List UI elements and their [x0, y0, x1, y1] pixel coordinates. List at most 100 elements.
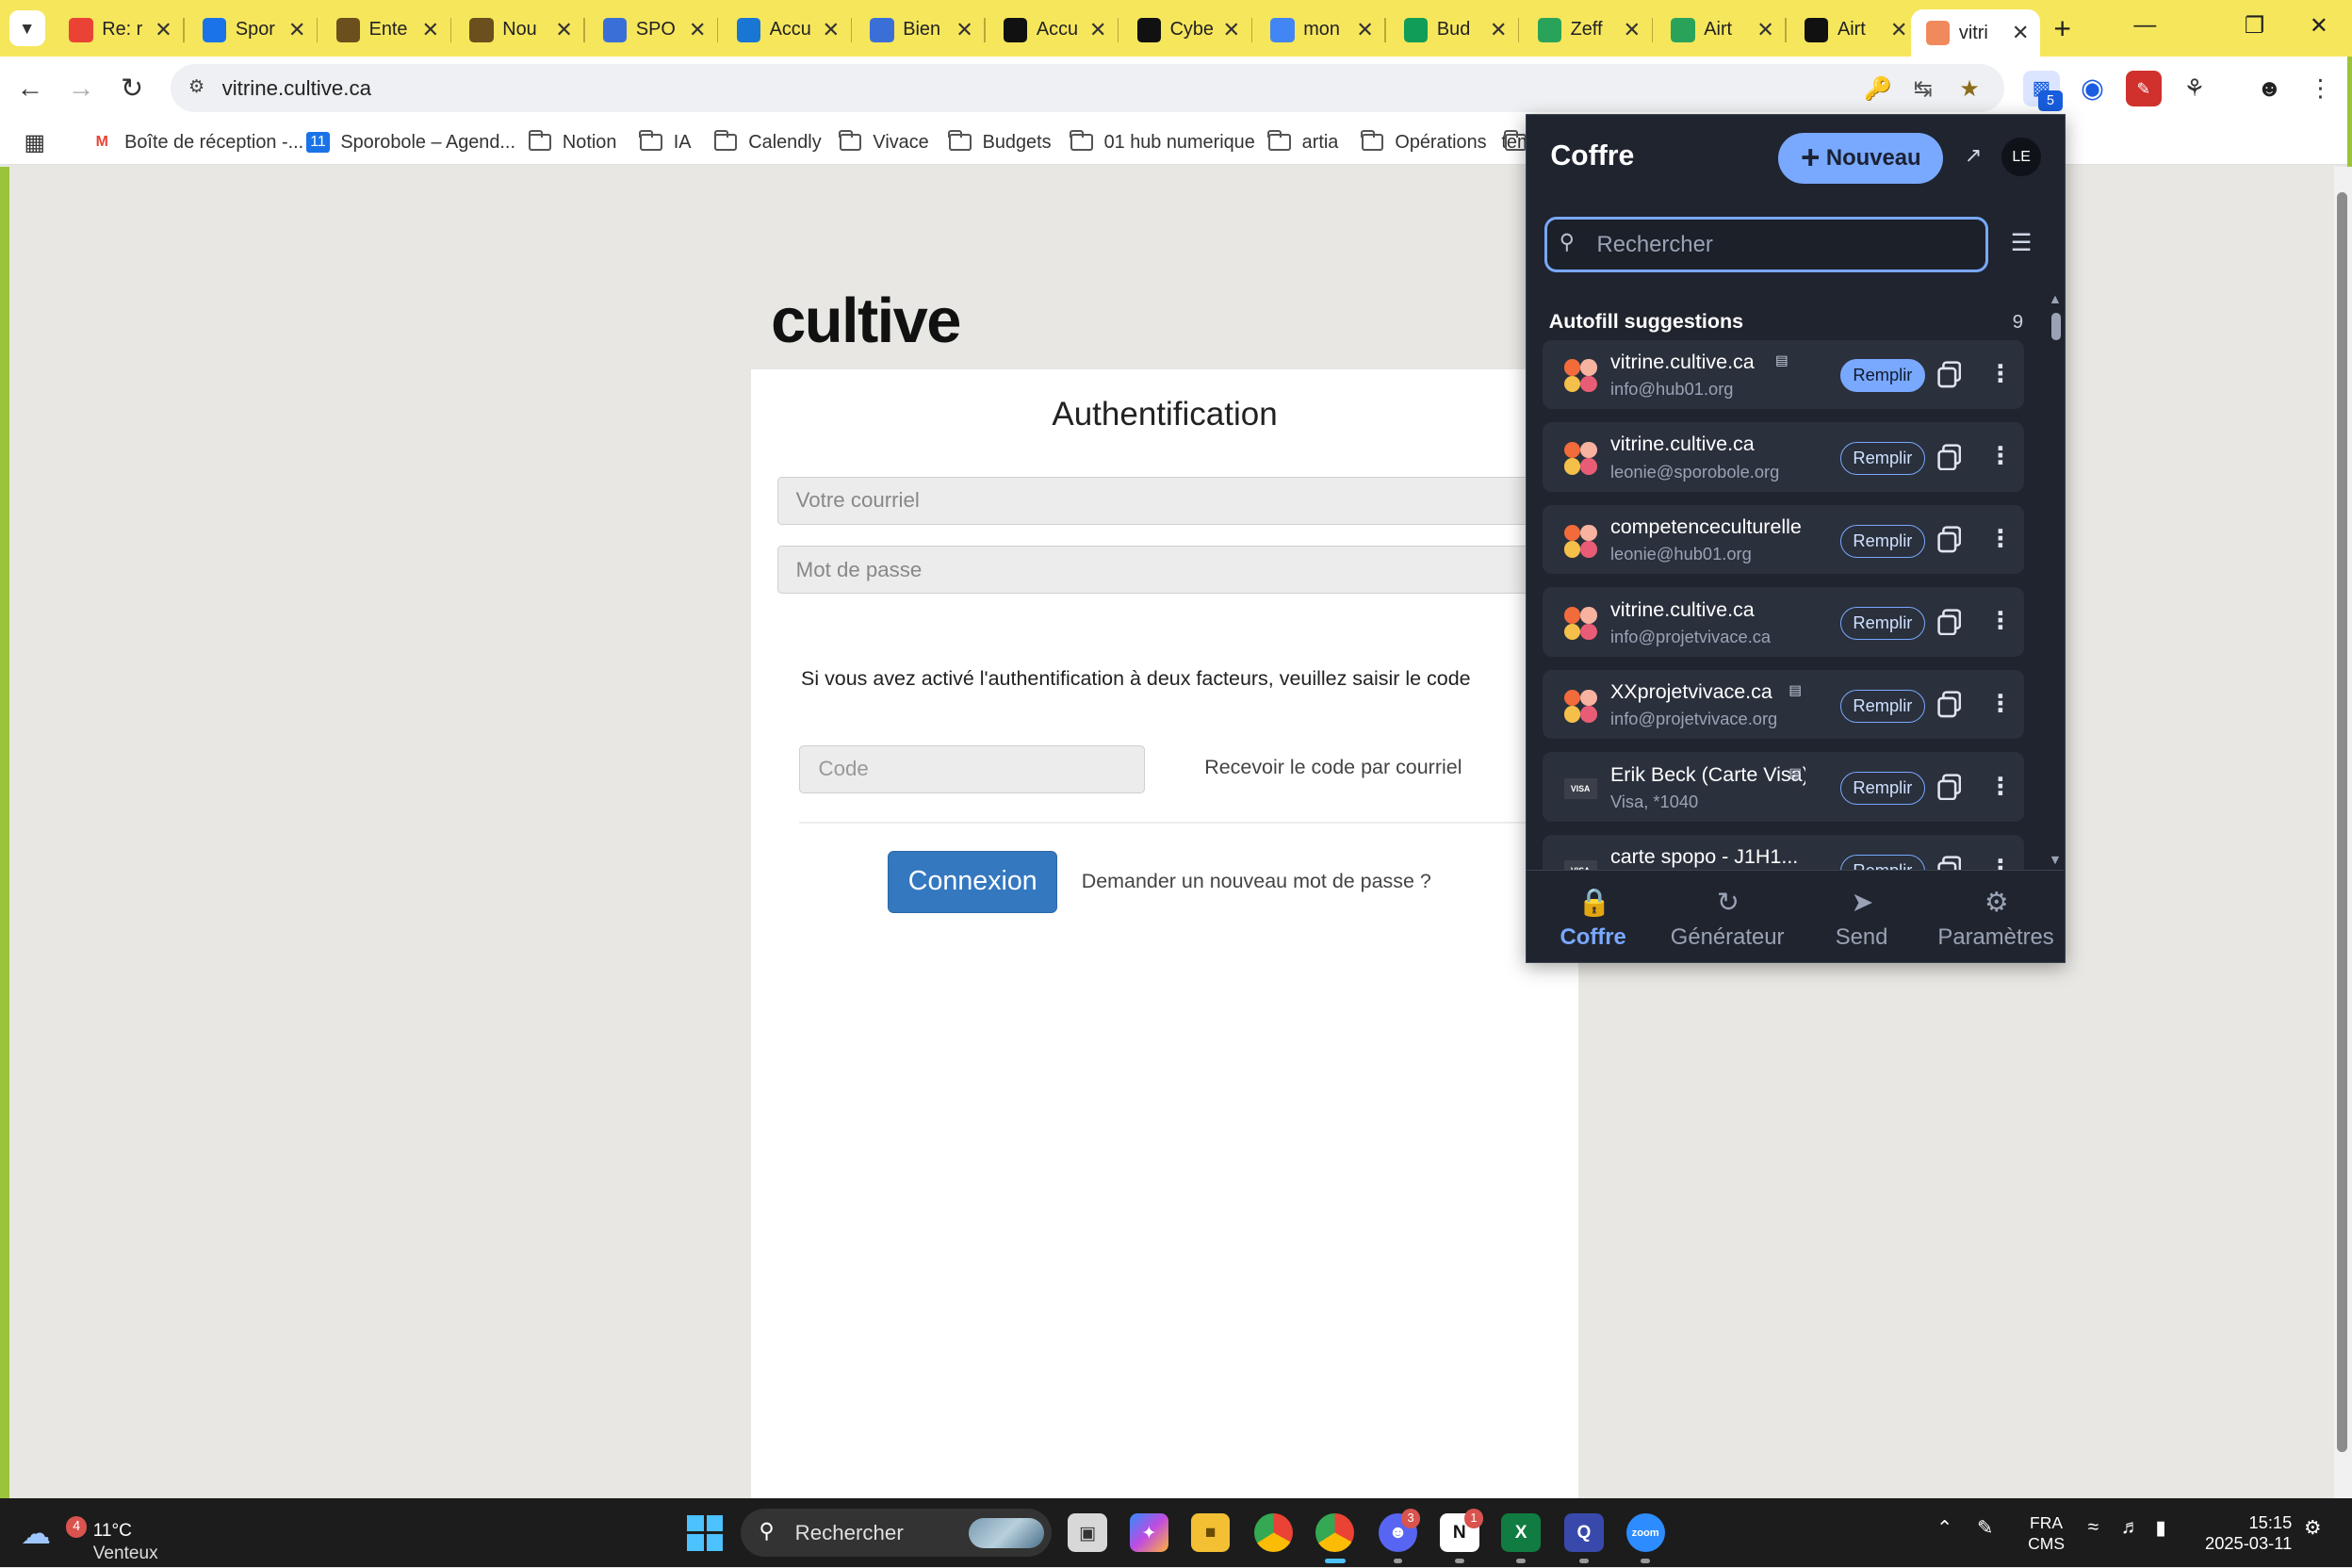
tab-3[interactable]: Nou ✕: [454, 9, 585, 52]
tab-1[interactable]: Spor ✕: [188, 9, 318, 52]
tab-13[interactable]: Airt ✕: [1789, 9, 1920, 52]
copy-icon[interactable]: [1937, 361, 1962, 388]
tab-0[interactable]: Re: r ✕: [54, 9, 185, 52]
vault-item[interactable]: vitrine.cultive.ca info@hub01.org ▤ Remplir…: [1543, 339, 2025, 409]
account-avatar[interactable]: LE: [2001, 137, 2041, 177]
new-tab-button[interactable]: +: [2046, 11, 2079, 45]
bookmark-folder-0[interactable]: Notion: [528, 129, 616, 156]
back-icon[interactable]: ←: [12, 71, 48, 106]
close-tab-icon[interactable]: ✕: [1354, 18, 1375, 42]
filter-icon[interactable]: ☰: [2006, 229, 2036, 259]
more-options-icon[interactable]: ⋮: [1988, 688, 2012, 721]
vault-search-input[interactable]: ⚲ Rechercher: [1544, 217, 1989, 273]
translate-icon[interactable]: ↹: [1908, 75, 1938, 106]
nav-gear[interactable]: ⚙ Paramètres: [1929, 871, 2063, 964]
close-tab-icon[interactable]: ✕: [1755, 18, 1775, 42]
folder-icon[interactable]: [1504, 129, 1527, 156]
close-tab-icon[interactable]: ✕: [553, 18, 574, 42]
more-options-icon[interactable]: ⋮: [1988, 771, 2012, 804]
volume-icon[interactable]: ♬: [2121, 1516, 2141, 1539]
tab-7[interactable]: Accu ✕: [988, 9, 1119, 52]
close-tab-icon[interactable]: ✕: [153, 18, 173, 42]
tab-4[interactable]: SPO ✕: [588, 9, 719, 52]
profile-avatar[interactable]: ☻: [2251, 71, 2287, 106]
excel-icon[interactable]: X: [1501, 1513, 1541, 1553]
tab-11[interactable]: Zeff ✕: [1523, 9, 1654, 52]
email-field[interactable]: Votre courriel: [776, 477, 1578, 526]
nav-send[interactable]: ➤ Send: [1795, 871, 1929, 964]
copy-icon[interactable]: [1937, 774, 1962, 801]
more-options-icon[interactable]: ⋮: [1988, 523, 2012, 556]
bookmark-folder-7[interactable]: Opérations: [1361, 129, 1487, 156]
bookmark-folder-3[interactable]: Vivace: [839, 129, 929, 156]
receive-code-link[interactable]: Recevoir le code par courriel: [1204, 756, 1462, 779]
close-tab-icon[interactable]: ✕: [687, 18, 708, 42]
copy-icon[interactable]: [1937, 856, 1962, 870]
chrome-icon[interactable]: [1253, 1513, 1294, 1553]
start-button[interactable]: [687, 1514, 724, 1551]
close-tab-icon[interactable]: ✕: [1221, 18, 1242, 42]
bookmark-folder-5[interactable]: 01 hub numerique: [1070, 129, 1255, 156]
tab-14[interactable]: vitri ✕: [1910, 8, 2040, 57]
vault-item[interactable]: VISA Erik Beck (Carte Visa) Visa, *1040 ▤ Re…: [1543, 752, 2025, 822]
close-tab-icon[interactable]: ✕: [1488, 18, 1509, 42]
tab-2[interactable]: Ente ✕: [321, 9, 452, 52]
puzzle-icon[interactable]: ⚘: [2177, 71, 2213, 106]
more-options-icon[interactable]: ⋮: [1988, 853, 2012, 870]
tab-10[interactable]: Bud ✕: [1389, 9, 1520, 52]
bookmark-folder-1[interactable]: IA: [639, 129, 691, 156]
nav-lock[interactable]: 🔒 Coffre: [1527, 871, 1660, 964]
menu-icon[interactable]: ⋮: [2302, 71, 2338, 106]
weather-widget[interactable]: ☁ 4 11°C Venteux: [21, 1509, 171, 1563]
autofill-button[interactable]: Remplir: [1839, 689, 1926, 723]
vault-item[interactable]: vitrine.cultive.ca leonie@sporobole.org Re…: [1543, 422, 2025, 492]
copy-icon[interactable]: [1937, 443, 1962, 471]
key-icon[interactable]: 🔑: [1863, 75, 1893, 106]
battery-icon[interactable]: ▮: [2155, 1516, 2165, 1540]
autofill-button[interactable]: Remplir: [1839, 607, 1926, 641]
site-info-icon[interactable]: ⚙: [183, 75, 210, 103]
bookmark-gmail[interactable]: M Boîte de réception -...: [90, 129, 304, 156]
bookmark-folder-2[interactable]: Calendly: [713, 129, 822, 156]
close-tab-icon[interactable]: ✕: [821, 18, 841, 42]
close-tab-icon[interactable]: ✕: [2010, 21, 2031, 45]
popup-scroll-thumb[interactable]: [2050, 313, 2061, 340]
chrome-profile-icon[interactable]: [1315, 1513, 1355, 1553]
autofill-button[interactable]: Remplir: [1839, 359, 1926, 393]
code-input[interactable]: Code: [799, 745, 1145, 794]
zoom-icon[interactable]: zoom: [1625, 1513, 1665, 1553]
autofill-button[interactable]: Remplir: [1839, 854, 1926, 870]
tab-6[interactable]: Bien ✕: [855, 9, 986, 52]
nav-refresh[interactable]: ↻ Générateur: [1660, 871, 1794, 964]
bookmark-folder-6[interactable]: artia: [1267, 129, 1338, 156]
tab-9[interactable]: mon ✕: [1255, 9, 1386, 52]
file-explorer-icon[interactable]: ■: [1190, 1513, 1231, 1553]
scroll-up-icon[interactable]: ▲: [2049, 292, 2062, 307]
close-tab-icon[interactable]: ✕: [420, 18, 441, 42]
page-scroll-thumb[interactable]: [2337, 191, 2348, 1452]
star-icon[interactable]: ★: [1954, 75, 1984, 106]
reload-icon[interactable]: ↻: [114, 71, 150, 106]
popout-icon[interactable]: ↗: [1958, 143, 1988, 173]
pen-icon[interactable]: ✎: [1977, 1516, 1993, 1540]
autofill-button[interactable]: Remplir: [1839, 524, 1926, 558]
close-window-button[interactable]: ✕: [2296, 12, 2342, 45]
vault-item[interactable]: VISA carte spopo - J1H1... Remplir ⋮: [1543, 835, 2025, 870]
close-tab-icon[interactable]: ✕: [954, 18, 974, 42]
more-options-icon[interactable]: ⋮: [1988, 440, 2012, 473]
minimize-button[interactable]: —: [2122, 12, 2167, 45]
tab-8[interactable]: Cybe ✕: [1122, 9, 1253, 52]
task-view-icon[interactable]: ▣: [1068, 1513, 1107, 1553]
notification-bell-icon[interactable]: ⚙: [2304, 1516, 2322, 1540]
vault-item[interactable]: XXprojetvivace.ca info@projetvivace.org ▤ R…: [1543, 669, 2025, 740]
scroll-down-icon[interactable]: ▼: [2049, 853, 2062, 868]
apps-icon[interactable]: ▦: [24, 129, 45, 156]
bookmark-sporobole[interactable]: 11 Sporobole – Agend...: [305, 129, 515, 156]
close-tab-icon[interactable]: ✕: [286, 18, 307, 42]
chevron-up-icon[interactable]: ⌃: [1936, 1516, 1952, 1540]
autofill-button[interactable]: Remplir: [1839, 772, 1926, 806]
bookmark-folder-4[interactable]: Budgets: [948, 129, 1052, 156]
tab-12[interactable]: Airt ✕: [1656, 9, 1787, 52]
clock[interactable]: 15:15 2025-03-11: [2199, 1512, 2292, 1555]
taskbar-search[interactable]: ⚲ Rechercher: [741, 1509, 1052, 1558]
